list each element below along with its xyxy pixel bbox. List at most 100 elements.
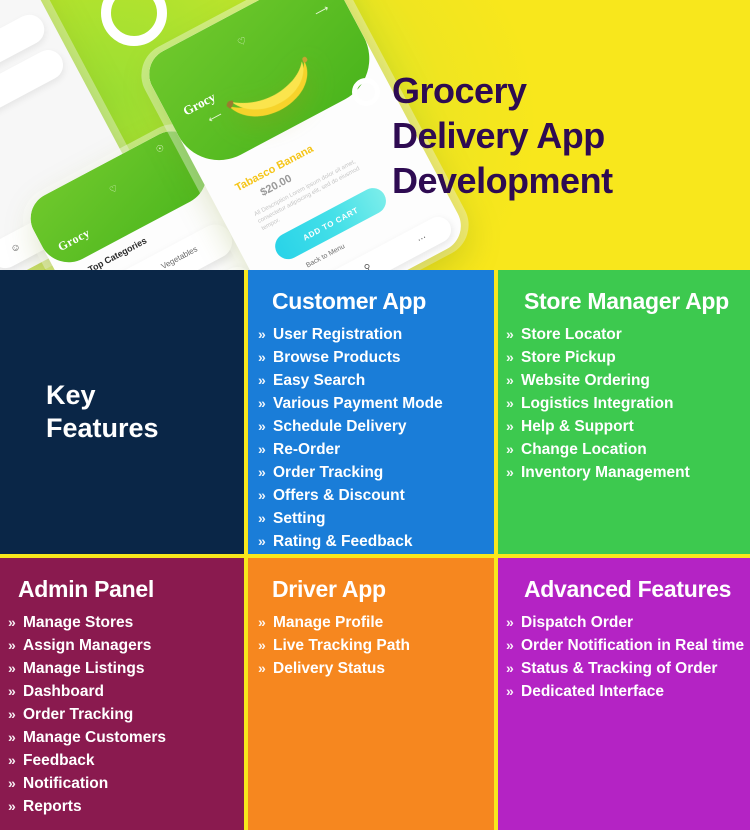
list-item[interactable]: » Easy Search (258, 369, 494, 392)
chevron-right-icon: » (506, 614, 514, 630)
list-item[interactable]: » Manage Customers (8, 726, 244, 749)
list-item-label: Website Ordering (521, 372, 650, 389)
infographic-page: Lorem ipsum dolor sit amet, consectetur … (0, 0, 750, 830)
list-item-label: Store Pickup (521, 349, 616, 366)
list-item-label: Setting (273, 510, 326, 527)
chevron-right-icon: » (506, 326, 514, 342)
list-item-label: Assign Managers (23, 637, 152, 654)
admin-panel-title: Admin Panel (18, 576, 155, 602)
chevron-right-icon: » (506, 418, 514, 434)
list-item-label: Dispatch Order (521, 614, 633, 631)
chevron-right-icon: » (506, 372, 514, 388)
chevron-right-icon: » (258, 418, 266, 434)
list-item[interactable]: » Re-Order (258, 438, 494, 461)
list-item-label: Easy Search (273, 372, 366, 389)
chevron-right-icon: » (506, 395, 514, 411)
list-item-label: Inventory Management (521, 464, 690, 481)
list-item[interactable]: » Feedback (8, 749, 244, 772)
chevron-right-icon: » (258, 487, 266, 503)
list-item-label: Browse Products (273, 349, 401, 366)
chevron-right-icon: » (506, 683, 514, 699)
chevron-right-icon: » (8, 798, 16, 814)
list-item[interactable]: » Schedule Delivery (258, 415, 494, 438)
list-item[interactable]: » Manage Listings (8, 657, 244, 680)
key-features-title-line-2: Features (46, 413, 159, 443)
list-item[interactable]: » Website Ordering (506, 369, 750, 392)
settings-phone-row[interactable] (0, 44, 69, 145)
list-item[interactable]: » Store Pickup (506, 346, 750, 369)
title-bullet-ring-icon (352, 78, 380, 106)
page-title-line-3: Development (392, 160, 613, 201)
chevron-right-icon: » (506, 464, 514, 480)
page-title-line-1: Grocery (392, 70, 527, 111)
chevron-right-icon: » (8, 752, 16, 768)
admin-panel-list: » Manage Stores » Assign Managers » Manage … (0, 611, 244, 818)
list-item[interactable]: » Offers & Discount (258, 484, 494, 507)
list-item[interactable]: » Inventory Management (506, 461, 750, 484)
list-item-label: Delivery Status (273, 660, 385, 677)
list-item[interactable]: » Dispatch Order (506, 611, 750, 634)
panel-store-manager-app: Store Manager App » Store Locator » Store … (498, 270, 750, 558)
list-item-label: Dedicated Interface (521, 683, 664, 700)
page-title-line-2: Delivery App (392, 115, 605, 156)
list-item[interactable]: » Help & Support (506, 415, 750, 438)
customer-app-list: » User Registration » Browse Products » Eas… (248, 323, 494, 553)
list-item-label: Store Locator (521, 326, 622, 343)
list-item[interactable]: » Order Tracking (258, 461, 494, 484)
chevron-right-icon: » (258, 614, 266, 630)
list-item-label: Order Notification in Real time (521, 637, 745, 654)
list-item[interactable]: » Dedicated Interface (506, 680, 750, 703)
list-item-label: Manage Stores (23, 614, 134, 631)
list-item-label: Re-Order (273, 441, 341, 458)
list-item[interactable]: » Status & Tracking of Order (506, 657, 750, 680)
list-item[interactable]: » Manage Stores (8, 611, 244, 634)
page-title: Grocery Delivery App Development (392, 68, 742, 203)
list-item[interactable]: » User Registration (258, 323, 494, 346)
list-item[interactable]: » Manage Profile (258, 611, 494, 634)
list-item-label: Reports (23, 798, 82, 815)
hero-banner: Lorem ipsum dolor sit amet, consectetur … (0, 0, 750, 270)
list-item[interactable]: » Various Payment Mode (258, 392, 494, 415)
list-item-label: Feedback (23, 752, 95, 769)
key-features-title-line-1: Key (46, 380, 96, 410)
list-item[interactable]: » Browse Products (258, 346, 494, 369)
list-item-label: Order Tracking (273, 464, 384, 481)
list-item[interactable]: » Notification (8, 772, 244, 795)
list-item[interactable]: » Change Location (506, 438, 750, 461)
chevron-right-icon: » (8, 706, 16, 722)
person-icon[interactable]: ☺ (8, 240, 22, 255)
list-item[interactable]: » Setting (258, 507, 494, 530)
list-item[interactable]: » Logistics Integration (506, 392, 750, 415)
chevron-right-icon: » (258, 660, 266, 676)
chevron-right-icon: » (8, 729, 16, 745)
list-item-label: Rating & Feedback (273, 533, 413, 550)
search-icon[interactable]: ⚲ (362, 261, 373, 270)
list-item-label: User Registration (273, 326, 403, 343)
chevron-right-icon: » (258, 326, 266, 342)
customer-app-title: Customer App (272, 288, 426, 314)
driver-app-list: » Manage Profile » Live Tracking Path » Del… (248, 611, 494, 680)
list-item[interactable]: » Delivery Status (258, 657, 494, 680)
list-item[interactable]: » Reports (8, 795, 244, 818)
list-item-label: Notification (23, 775, 109, 792)
list-item-label: Logistics Integration (521, 395, 674, 412)
decorative-ring-top-icon (101, 0, 167, 46)
list-item[interactable]: » Live Tracking Path (258, 634, 494, 657)
chevron-right-icon: » (8, 660, 16, 676)
list-item[interactable]: » Assign Managers (8, 634, 244, 657)
chevron-right-icon: » (8, 637, 16, 653)
list-item[interactable]: » Order Tracking (8, 703, 244, 726)
chevron-right-icon: » (8, 614, 16, 630)
list-item-label: Schedule Delivery (273, 418, 407, 435)
list-item[interactable]: » Dashboard (8, 680, 244, 703)
list-item-label: Various Payment Mode (273, 395, 443, 412)
chevron-right-icon: » (258, 395, 266, 411)
panel-key-features: Key Features (0, 270, 248, 558)
list-item-label: Manage Profile (273, 614, 384, 631)
chevron-right-icon: » (258, 441, 266, 457)
more-icon[interactable]: ⋯ (415, 232, 428, 246)
list-item[interactable]: » Rating & Feedback (258, 530, 494, 553)
list-item[interactable]: » Order Notification in Real time (506, 634, 750, 657)
list-item[interactable]: » Store Locator (506, 323, 750, 346)
list-item-label: Live Tracking Path (273, 637, 410, 654)
